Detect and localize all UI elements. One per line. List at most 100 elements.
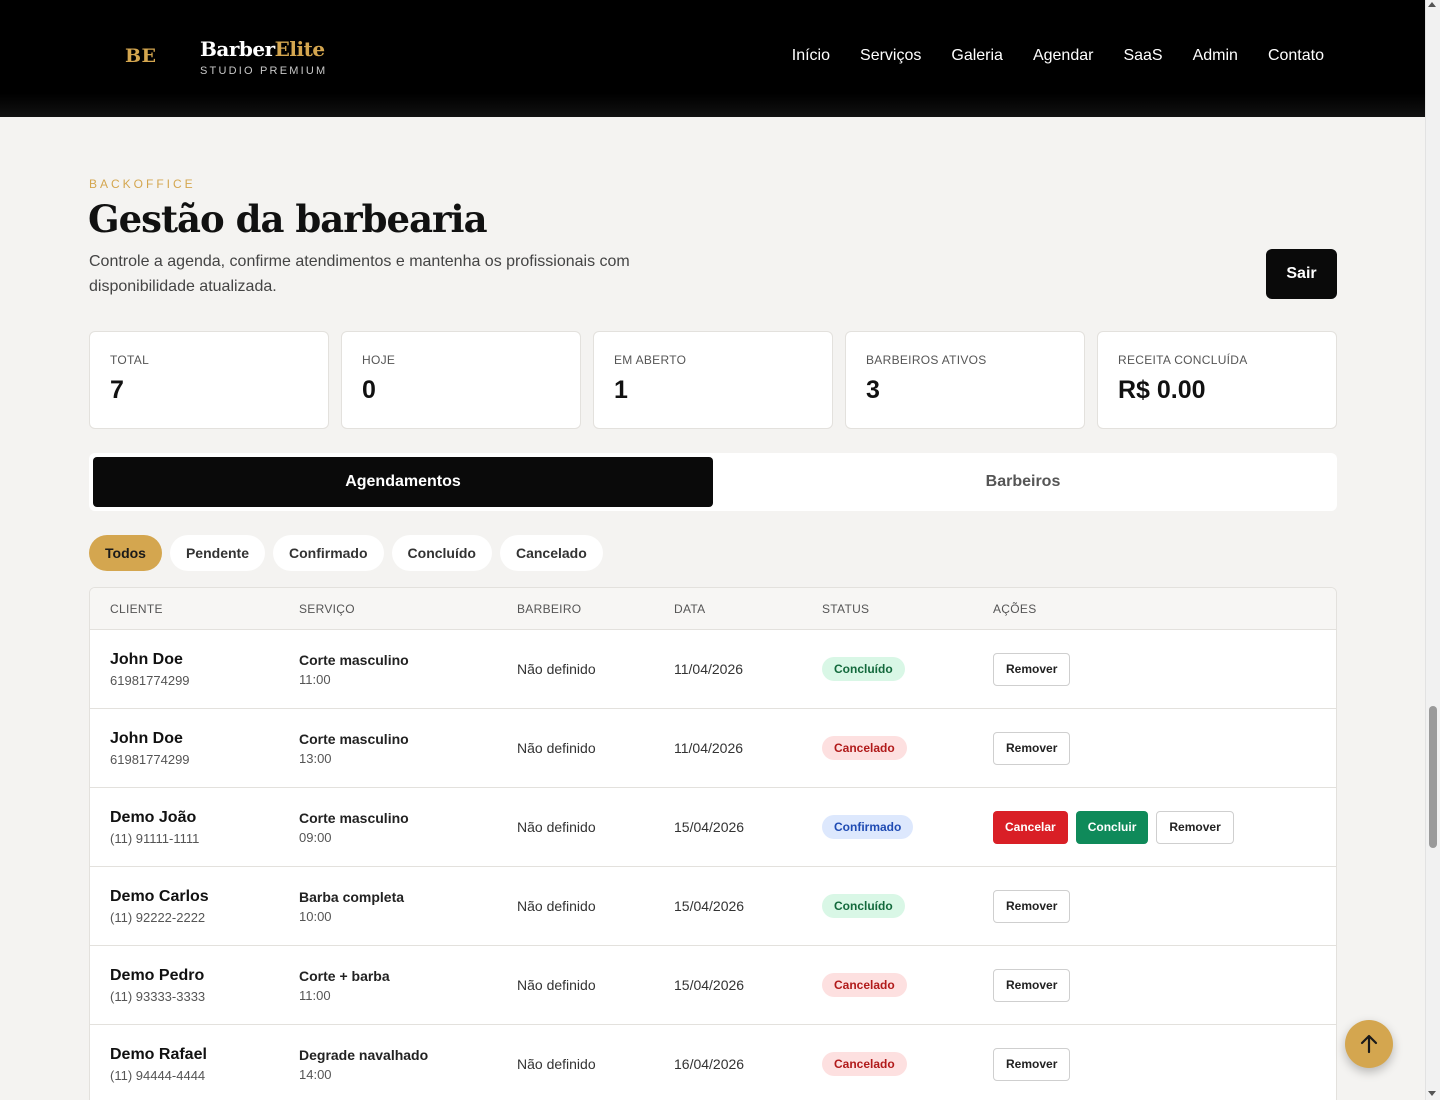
service-time: 10:00 — [299, 908, 332, 924]
stat-value: 3 — [866, 376, 880, 404]
stat-card-today: Hoje 0 — [341, 331, 581, 429]
cell-status: Confirmado — [822, 815, 993, 839]
service-time: 11:00 — [299, 987, 331, 1003]
client-phone: (11) 93333-3333 — [110, 988, 206, 1004]
brand-name-part2: Elite — [274, 37, 325, 61]
service-name: Barba completa — [299, 888, 405, 905]
client-phone: (11) 91111-1111 — [110, 830, 200, 846]
service-time: 11:00 — [299, 671, 331, 687]
filter-chip-cancelado[interactable]: Cancelado — [499, 535, 603, 571]
service-name: Corte masculino — [299, 730, 409, 747]
cell-status: Cancelado — [822, 1052, 993, 1076]
status-badge: Concluído — [822, 657, 905, 681]
scroll-thumb[interactable] — [1429, 706, 1437, 848]
stat-value: 7 — [110, 376, 124, 404]
section-tabs: Agendamentos Barbeiros — [89, 453, 1337, 511]
filter-chip-todos[interactable]: Todos — [89, 535, 162, 571]
cell-actions: Remover — [993, 731, 1336, 765]
cell-barber: Não definido — [517, 740, 596, 756]
top-navbar: BE BarberElite STUDIO PREMIUM Início Ser… — [0, 0, 1425, 117]
remove-appointment-button[interactable]: Remover — [993, 652, 1071, 686]
status-badge: Cancelado — [822, 1052, 907, 1076]
page-scrollbar[interactable] — [1425, 0, 1440, 1100]
logout-button[interactable]: Sair — [1266, 249, 1337, 299]
brand[interactable]: BarberElite STUDIO PREMIUM — [200, 37, 327, 77]
status-filters: Todos Pendente Confirmado Concluído Canc… — [89, 535, 603, 571]
remove-appointment-button[interactable]: Remover — [1156, 810, 1234, 844]
cell-date: 15/04/2026 — [674, 819, 745, 835]
client-phone: 61981774299 — [110, 672, 190, 688]
scroll-down-arrow-icon[interactable] — [1428, 1091, 1436, 1096]
cell-client: John Doe 61981774299 — [90, 651, 299, 688]
scroll-up-arrow-icon[interactable] — [1428, 2, 1436, 7]
nav-link-servicos[interactable]: Serviços — [860, 47, 921, 65]
cell-client: Demo Carlos (11) 92222-2222 — [90, 888, 299, 925]
cell-service: Barba completa 10:00 — [299, 889, 517, 924]
table-row: John Doe 61981774299 Corte masculino 13:… — [90, 709, 1336, 788]
remove-appointment-button[interactable]: Remover — [993, 731, 1071, 765]
tab-barbeiros[interactable]: Barbeiros — [713, 457, 1333, 507]
complete-appointment-button[interactable]: Concluir — [1075, 810, 1149, 844]
section-eyebrow: BACKOFFICE — [89, 177, 196, 191]
filter-chip-concluido[interactable]: Concluído — [391, 535, 492, 571]
column-header-servico: SERVIÇO — [299, 601, 355, 616]
client-name: John Doe — [110, 650, 183, 668]
nav-link-inicio[interactable]: Início — [792, 47, 830, 65]
stat-card-active-barbers: Barbeiros ativos 3 — [845, 331, 1085, 429]
cell-date: 15/04/2026 — [674, 977, 745, 993]
cell-service: Corte masculino 11:00 — [299, 652, 517, 687]
nav-link-galeria[interactable]: Galeria — [951, 47, 1003, 65]
stat-value: 0 — [362, 376, 376, 404]
cell-barber: Não definido — [517, 661, 596, 677]
status-badge: Cancelado — [822, 973, 907, 997]
remove-appointment-button[interactable]: Remover — [993, 1047, 1071, 1081]
cell-client: Demo Rafael (11) 94444-4444 — [90, 1046, 299, 1083]
status-badge: Concluído — [822, 894, 905, 918]
client-name: Demo Pedro — [110, 966, 205, 984]
cell-actions: Remover — [993, 968, 1336, 1002]
column-header-data: DATA — [674, 601, 706, 616]
remove-appointment-button[interactable]: Remover — [993, 968, 1071, 1002]
client-name: Demo João — [110, 808, 197, 826]
cell-actions: Remover — [993, 652, 1336, 686]
column-header-cliente: CLIENTE — [110, 601, 163, 616]
filter-chip-pendente[interactable]: Pendente — [169, 535, 265, 571]
table-body: John Doe 61981774299 Corte masculino 11:… — [90, 630, 1336, 1100]
filter-chip-confirmado[interactable]: Confirmado — [272, 535, 384, 571]
cell-barber: Não definido — [517, 977, 596, 993]
nav-link-agendar[interactable]: Agendar — [1033, 47, 1094, 65]
cancel-appointment-button[interactable]: Cancelar — [993, 810, 1068, 844]
stat-label: Barbeiros ativos — [866, 353, 987, 367]
page-description: Controle a agenda, confirme atendimentos… — [89, 253, 630, 295]
appointments-table: CLIENTE SERVIÇO BARBEIRO DATA STATUS AÇÕ… — [89, 587, 1337, 1100]
client-name: Demo Carlos — [110, 887, 209, 905]
back-to-top-button[interactable] — [1345, 1020, 1393, 1068]
brand-name: BarberElite — [200, 37, 327, 61]
cell-status: Concluído — [822, 894, 993, 918]
cell-barber: Não definido — [517, 898, 596, 914]
cell-status: Concluído — [822, 657, 993, 681]
stat-label: Total — [110, 353, 150, 367]
table-row: Demo Pedro (11) 93333-3333 Corte + barba… — [90, 946, 1336, 1025]
cell-barber: Não definido — [517, 1056, 596, 1072]
column-header-status: STATUS — [822, 601, 870, 616]
cell-client: Demo João (11) 91111-1111 — [90, 809, 299, 846]
status-badge: Cancelado — [822, 736, 907, 760]
nav-link-contato[interactable]: Contato — [1268, 47, 1324, 65]
stat-label: Em aberto — [614, 353, 687, 367]
nav-link-admin[interactable]: Admin — [1193, 47, 1238, 65]
nav-link-saas[interactable]: SaaS — [1123, 47, 1162, 65]
tab-agendamentos[interactable]: Agendamentos — [93, 457, 713, 507]
cell-actions: Cancelar Concluir Remover — [993, 810, 1336, 844]
brand-subtitle: STUDIO PREMIUM — [200, 65, 328, 77]
cell-date: 11/04/2026 — [674, 661, 744, 677]
remove-appointment-button[interactable]: Remover — [993, 889, 1071, 923]
brand-logo-mark[interactable]: BE — [125, 45, 157, 67]
column-header-barbeiro: BARBEIRO — [517, 601, 582, 616]
stat-card-total: Total 7 — [89, 331, 329, 429]
service-name: Corte + barba — [299, 967, 390, 984]
stat-card-open: Em aberto 1 — [593, 331, 833, 429]
brand-name-part1: Barber — [200, 37, 275, 61]
stat-card-revenue: Receita concluída R$ 0.00 — [1097, 331, 1337, 429]
cell-actions: Remover — [993, 1047, 1336, 1081]
